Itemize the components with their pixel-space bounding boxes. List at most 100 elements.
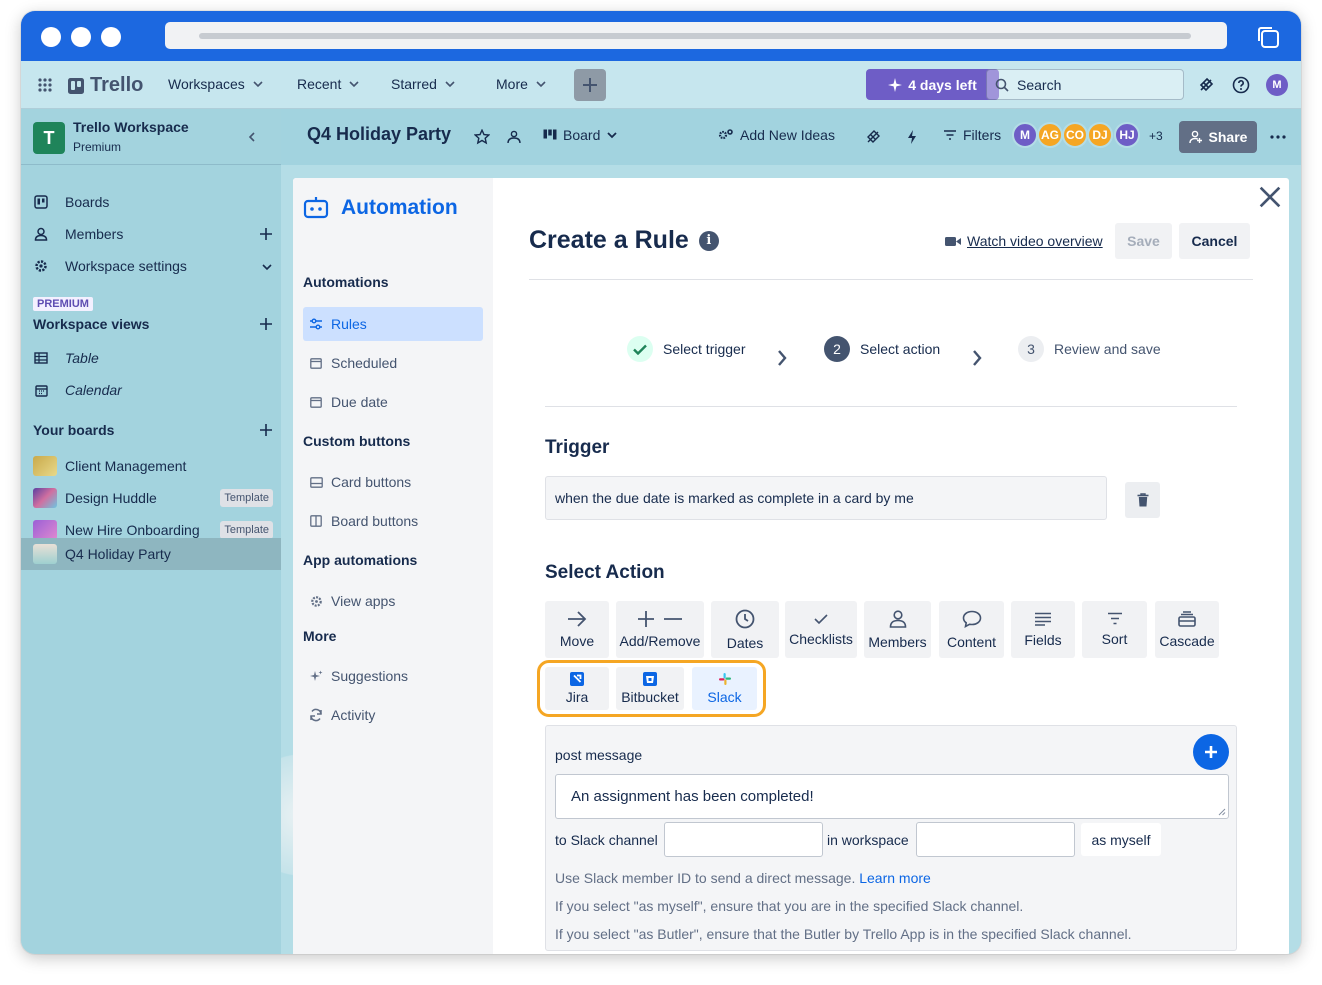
url-bar[interactable]: [165, 22, 1227, 49]
workspace-views-label: Workspace views: [33, 316, 150, 332]
app-switcher-icon[interactable]: [37, 77, 53, 93]
to-slack-channel-label: to Slack channel: [555, 832, 658, 848]
step-review-and-save[interactable]: 3 Review and save: [1018, 336, 1161, 362]
cancel-button[interactable]: Cancel: [1179, 223, 1250, 259]
add-board-icon[interactable]: [259, 423, 273, 437]
sidebar-board-design-huddle[interactable]: Design Huddle Template: [33, 488, 273, 508]
slack-post-message-panel: post message An assignment has been comp…: [545, 725, 1237, 951]
delete-trigger-button[interactable]: [1125, 482, 1160, 518]
watch-video-link[interactable]: Watch video overview: [945, 233, 1103, 249]
action-label: Add/Remove: [619, 632, 701, 649]
automation-nav-rules[interactable]: Rules: [303, 307, 483, 341]
member-avatar[interactable]: M: [1012, 122, 1038, 148]
action-content[interactable]: Content: [939, 601, 1004, 658]
power-ups-icon[interactable]: [865, 129, 881, 145]
sidebar-item-label: Calendar: [65, 382, 122, 398]
sidebar-item-settings[interactable]: Workspace settings: [33, 258, 273, 274]
save-button[interactable]: Save: [1115, 223, 1172, 259]
action-slack[interactable]: Slack: [692, 667, 757, 710]
action-dates[interactable]: Dates: [711, 601, 779, 658]
learn-more-link[interactable]: Learn more: [859, 870, 931, 886]
post-as-select[interactable]: as myself: [1081, 823, 1161, 856]
more-options-icon[interactable]: [1270, 135, 1286, 139]
sidebar-board-client-management[interactable]: Client Management: [33, 456, 273, 476]
automation-dialog: Automation Automations Rules Scheduled D…: [293, 178, 1289, 954]
slack-channel-input[interactable]: [664, 822, 823, 857]
notifications-icon[interactable]: [1197, 76, 1215, 94]
automation-nav-card-buttons[interactable]: Card buttons: [303, 465, 483, 499]
nav-more[interactable]: More: [496, 76, 546, 92]
action-fields[interactable]: Fields: [1011, 601, 1075, 658]
calendar-icon: [309, 356, 323, 370]
close-icon[interactable]: [1258, 185, 1282, 209]
member-avatar[interactable]: HJ: [1114, 122, 1140, 148]
sidebar-item-label: Workspace settings: [65, 258, 187, 274]
clock-icon: [735, 609, 755, 628]
member-avatar[interactable]: AG: [1037, 122, 1063, 148]
star-icon[interactable]: [474, 129, 490, 145]
add-view-icon[interactable]: [259, 317, 273, 331]
window-dot[interactable]: [41, 27, 61, 47]
chevron-down-icon[interactable]: [261, 261, 273, 273]
member-avatar[interactable]: DJ: [1087, 122, 1113, 148]
board-view-switcher[interactable]: Board: [543, 127, 618, 143]
add-new-ideas-button[interactable]: Add New Ideas: [718, 127, 835, 143]
help-icon[interactable]: [1232, 76, 1250, 94]
action-sort[interactable]: Sort: [1082, 601, 1147, 658]
automation-nav-due-date[interactable]: Due date: [303, 385, 483, 419]
add-action-button[interactable]: [1193, 734, 1229, 770]
nav-starred[interactable]: Starred: [391, 76, 455, 92]
action-bitbucket[interactable]: Bitbucket: [616, 667, 684, 710]
create-button[interactable]: [574, 69, 606, 101]
sidebar-item-table[interactable]: Table: [33, 350, 273, 366]
info-icon[interactable]: i: [698, 230, 719, 251]
trial-button[interactable]: 4 days left: [866, 69, 999, 100]
action-move[interactable]: Move: [545, 601, 609, 658]
share-button[interactable]: Share: [1179, 121, 1257, 153]
action-checklists[interactable]: Checklists: [785, 601, 857, 658]
automation-nav-label: Board buttons: [331, 513, 419, 529]
sidebar-item-boards[interactable]: Boards: [33, 194, 273, 210]
automation-nav-board-buttons[interactable]: Board buttons: [303, 504, 483, 538]
trial-label: 4 days left: [908, 76, 977, 93]
step-select-action[interactable]: 2 Select action: [824, 336, 940, 362]
collapse-sidebar-icon[interactable]: [246, 131, 258, 143]
sidebar-item-calendar[interactable]: Calendar: [33, 382, 273, 398]
visibility-icon[interactable]: [506, 129, 522, 145]
slack-workspace-input[interactable]: [916, 822, 1075, 857]
trello-logo[interactable]: Trello: [68, 74, 143, 97]
member-avatar[interactable]: CO: [1062, 122, 1088, 148]
message-textarea[interactable]: An assignment has been completed!: [555, 774, 1229, 819]
sidebar-item-members[interactable]: Members: [33, 226, 273, 242]
action-jira[interactable]: Jira: [545, 667, 609, 710]
automation-nav-suggestions[interactable]: Suggestions: [303, 659, 483, 693]
resize-handle-icon[interactable]: [1218, 808, 1226, 816]
nav-workspaces-label: Workspaces: [168, 76, 245, 92]
window-dot[interactable]: [71, 27, 91, 47]
nav-recent[interactable]: Recent: [297, 76, 359, 92]
automation-nav-activity[interactable]: Activity: [303, 698, 483, 732]
action-members[interactable]: Members: [864, 601, 931, 658]
tabs-icon[interactable]: [1255, 24, 1281, 50]
step-select-trigger[interactable]: Select trigger: [627, 336, 745, 362]
action-cascade[interactable]: Cascade: [1155, 601, 1219, 658]
automation-nav-view-apps[interactable]: View apps: [303, 584, 483, 618]
note-text: Use Slack member ID to send a direct mes…: [555, 870, 856, 886]
filters-button[interactable]: Filters: [943, 127, 1001, 143]
user-avatar[interactable]: M: [1266, 74, 1288, 96]
automation-nav-scheduled[interactable]: Scheduled: [303, 346, 483, 380]
board-name: Design Huddle: [65, 490, 157, 506]
plus-minus-icon: [638, 610, 682, 627]
action-add-remove[interactable]: Add/Remove: [616, 601, 704, 658]
add-member-icon[interactable]: [259, 227, 273, 241]
template-badge: Template: [220, 489, 273, 507]
automation-bolt-icon[interactable]: [905, 129, 919, 145]
search-input[interactable]: Search: [986, 69, 1184, 100]
chevron-right-icon: [778, 350, 787, 366]
window-dot[interactable]: [101, 27, 121, 47]
sidebar-board-new-hire-onboarding[interactable]: New Hire Onboarding Template: [33, 520, 273, 540]
nav-workspaces[interactable]: Workspaces: [168, 76, 263, 92]
sidebar-board-q4-holiday-party[interactable]: Q4 Holiday Party: [33, 544, 273, 564]
more-members-count[interactable]: +3: [1149, 129, 1163, 143]
board-title[interactable]: Q4 Holiday Party: [307, 124, 451, 145]
